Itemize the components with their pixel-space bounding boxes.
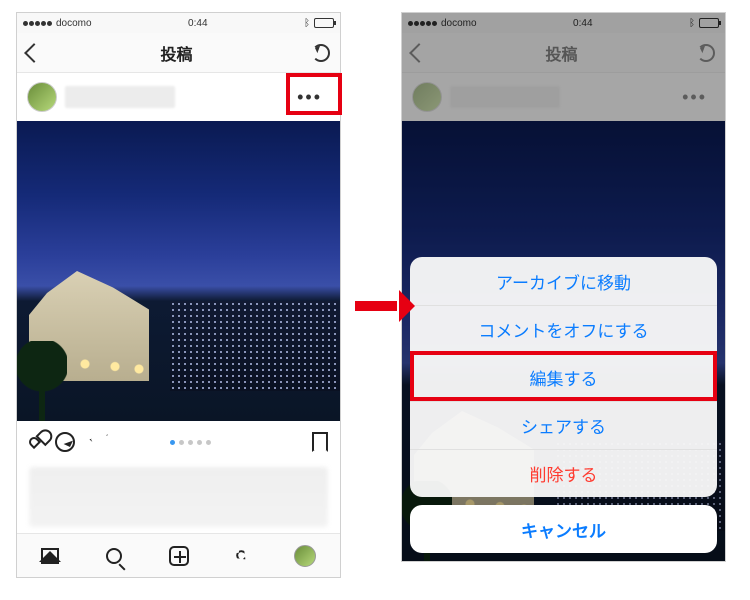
comment-icon[interactable] [55, 432, 75, 452]
add-post-tab-icon[interactable] [169, 546, 189, 566]
profile-tab-icon[interactable] [294, 545, 316, 567]
status-bar: docomo 0:44 ᛒ [17, 13, 340, 33]
share-icon[interactable] [89, 427, 114, 457]
more-options-button[interactable]: ••• [289, 83, 330, 112]
bookmark-icon[interactable] [312, 432, 328, 452]
sheet-share[interactable]: シェアする [410, 401, 717, 449]
battery-icon [314, 18, 334, 28]
username-blurred[interactable] [65, 86, 175, 108]
photo-tree [17, 341, 67, 421]
tab-bar [17, 533, 340, 577]
carousel-dots [170, 440, 211, 445]
photo-city-lights [170, 301, 340, 391]
sheet-edit[interactable]: 編集する [410, 353, 717, 401]
signal-icon [23, 21, 52, 26]
reload-button[interactable] [312, 44, 330, 62]
clock: 0:44 [188, 18, 207, 29]
page-title: 投稿 [160, 41, 192, 65]
sheet-cancel[interactable]: キャンセル [410, 505, 717, 553]
phone-right: docomo 0:44 ᛒ 投稿 ••• アー [401, 12, 726, 562]
back-button[interactable] [24, 43, 44, 63]
post-header: ••• [17, 73, 340, 121]
sheet-archive[interactable]: アーカイブに移動 [410, 257, 717, 305]
sheet-comments-off[interactable]: コメントをオフにする [410, 305, 717, 353]
phone-left: docomo 0:44 ᛒ 投稿 ••• [16, 12, 341, 578]
search-tab-icon[interactable] [106, 548, 122, 564]
home-tab-icon[interactable] [41, 548, 59, 564]
bluetooth-icon: ᛒ [304, 18, 310, 29]
post-photo[interactable] [17, 121, 340, 421]
action-sheet: アーカイブに移動 コメントをオフにする 編集する シェアする 削除する キャンセ… [402, 249, 725, 561]
avatar[interactable] [27, 82, 57, 112]
like-icon[interactable] [27, 435, 41, 449]
sheet-delete[interactable]: 削除する [410, 449, 717, 497]
nav-bar: 投稿 [17, 33, 340, 73]
action-row [17, 421, 340, 463]
carrier-label: docomo [56, 18, 92, 29]
arrow-icon [355, 290, 415, 320]
caption-blurred [29, 467, 328, 527]
activity-tab-icon[interactable] [234, 548, 250, 564]
